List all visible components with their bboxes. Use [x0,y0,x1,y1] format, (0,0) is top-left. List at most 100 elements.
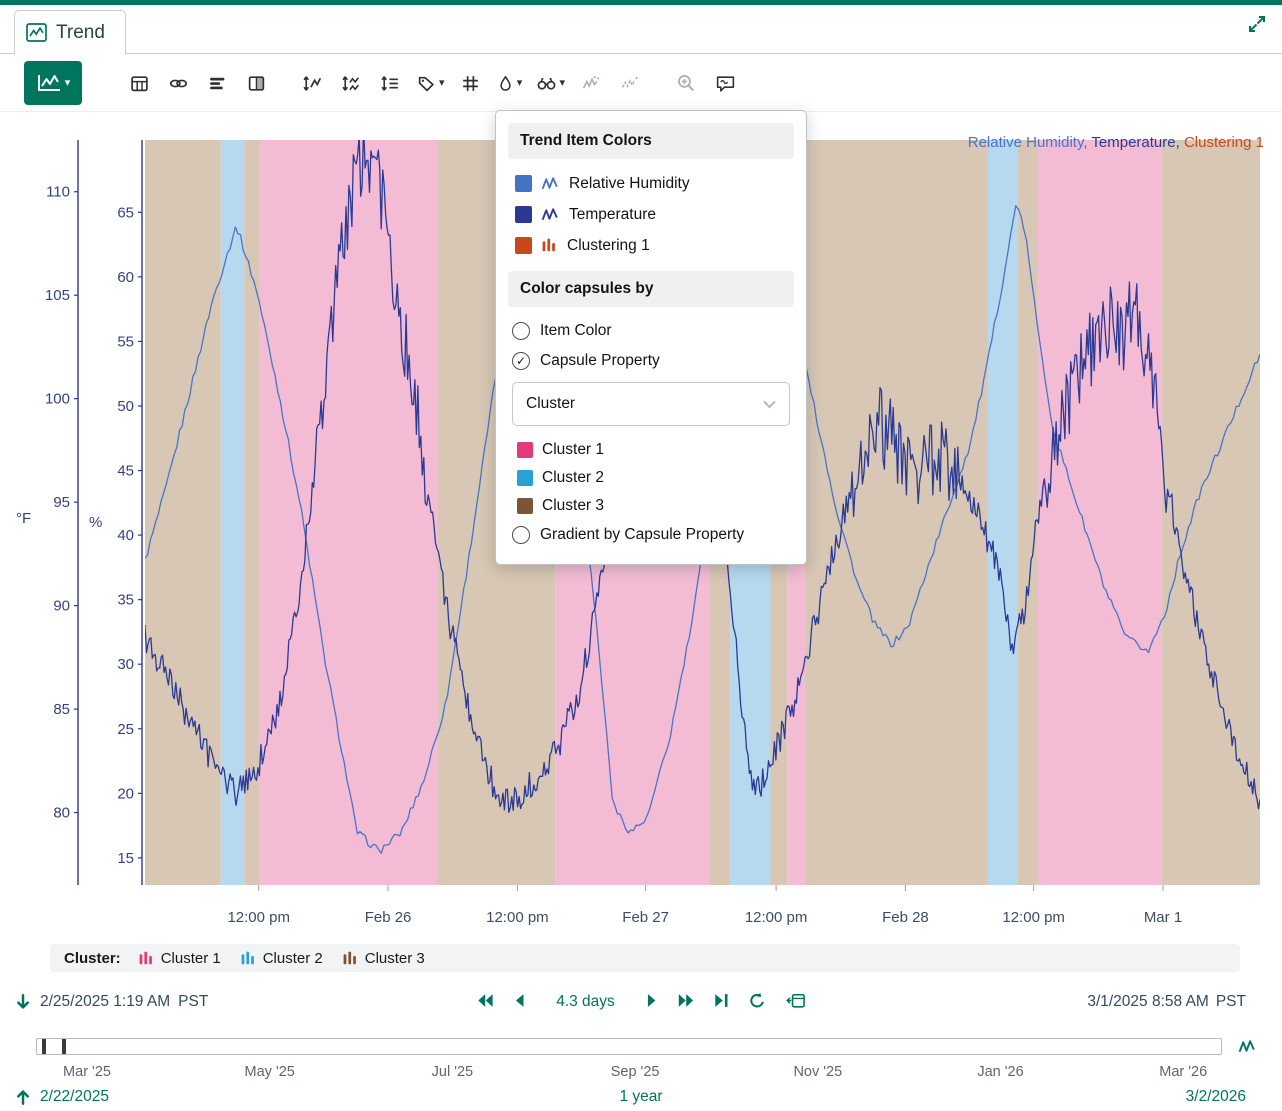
date-ranges-button[interactable] [122,64,156,102]
trend-view-icon [36,73,62,93]
details-pane-button[interactable] [200,64,234,102]
timeline-tick-label: Mar '26 [1159,1064,1207,1080]
svg-text:105: 105 [45,287,70,304]
gridlines-button[interactable] [454,64,488,102]
timeline-tick-label: Sep '25 [611,1064,660,1080]
cluster-option-2[interactable]: Cluster 2 [508,464,794,492]
capsules-icon [240,950,257,967]
step-forward-button[interactable] [646,993,658,1011]
svg-text:35: 35 [117,592,134,609]
timeline-track[interactable] [36,1038,1222,1055]
capsules-icon [342,950,359,967]
investigate-range-start[interactable]: 2/22/2025 [40,1088,109,1106]
svg-text:65: 65 [117,204,134,221]
step-forward-icon [646,993,658,1008]
labels-icon [416,74,436,93]
cluster-legend-item-1[interactable]: Cluster 1 [138,950,221,967]
legend-item: Temperature, [1091,134,1184,151]
cluster-option-1[interactable]: Cluster 1 [508,436,794,464]
popup-items-title: Trend Item Colors [508,123,794,159]
timeline-selection-handle[interactable] [42,1039,66,1054]
expand-icon[interactable] [1247,14,1267,37]
cluster-legend-label: Cluster 1 [161,950,221,967]
stack-axes-button[interactable] [373,64,407,102]
time-navigation: 2/25/2025 1:19 AM PST 4.3 days 3/1/2025 … [0,985,1282,1019]
tab-trend[interactable]: Trend [14,10,126,55]
cluster-option-3[interactable]: Cluster 3 [508,492,794,520]
radio-gradient-by-capsule-property[interactable]: Gradient by Capsule Property [508,520,794,550]
svg-text:40: 40 [117,527,134,544]
legend-item: Clustering 1 [1184,134,1264,151]
investigate-range-end[interactable]: 3/2/2026 [1186,1088,1246,1106]
step-back-button[interactable] [513,993,525,1011]
view-selector-button[interactable]: ▾ [24,61,82,105]
labels-button[interactable]: ▾ [412,64,449,102]
radio-checked-icon[interactable]: ✓ [512,352,530,370]
cluster-legend-label: Cluster 2 [263,950,323,967]
axes-stack-icon [380,74,401,93]
svg-text:25: 25 [117,721,134,738]
trend-item-relative-humidity[interactable]: Relative Humidity [508,168,794,199]
color-swatch[interactable] [515,206,532,223]
svg-text:Mar 1: Mar 1 [1144,909,1182,926]
cluster-legend-item-3[interactable]: Cluster 3 [342,950,425,967]
radio-capsule-property[interactable]: ✓Capsule Property [508,346,794,376]
caret-down-icon: ▾ [560,78,566,89]
skip-forward-button[interactable] [677,993,695,1011]
item-links-button[interactable] [161,64,195,102]
timeline-tick-label: Nov '25 [793,1064,842,1080]
legend-item: Relative Humidity, [968,134,1092,151]
timeline-signal-icon [1238,1038,1257,1055]
cluster-option-label: Cluster 3 [542,497,604,515]
skip-back-button[interactable] [476,993,494,1011]
compare-button[interactable]: ▾ [532,64,570,102]
one-lane-button[interactable] [295,64,329,102]
svg-text:15: 15 [117,850,134,867]
axes-one-axis-icon [341,74,362,93]
radio-label: Item Color [540,322,612,340]
trend-item-temperature[interactable]: Temperature [508,199,794,230]
svg-text:12:00 pm: 12:00 pm [486,909,549,926]
cluster-legend-item-2[interactable]: Cluster 2 [240,950,323,967]
svg-text:Feb 26: Feb 26 [365,909,412,926]
capsule-legend-bar: Cluster: Cluster 1Cluster 2Cluster 3 [50,944,1240,972]
investigate-range-duration[interactable]: 1 year [619,1088,662,1106]
color-swatch[interactable] [515,175,532,192]
y-axis-unit-fahrenheit: °F [16,510,31,527]
radio-label: Gradient by Capsule Property [540,526,744,544]
annotations-button[interactable] [708,64,742,102]
radio-unchecked-icon[interactable] [512,322,530,340]
duration-label[interactable]: 4.3 days [544,993,627,1011]
capsule-time-button[interactable] [785,991,806,1013]
svg-text:50: 50 [117,398,134,415]
split-panel-button[interactable] [239,64,273,102]
bars-icon [208,74,227,93]
display-range-end[interactable]: 3/1/2025 8:58 AM [1087,993,1209,1011]
arrow-up-icon[interactable] [14,1088,32,1106]
samples-button [574,64,608,102]
axes-one-lane-icon [302,74,323,93]
display-range-start[interactable]: 2/25/2025 1:19 AM [40,993,170,1011]
arrow-down-icon[interactable] [14,993,32,1011]
one-y-axis-button[interactable] [334,64,368,102]
svg-text:100: 100 [45,391,70,408]
skip-back-icon [476,993,494,1008]
trend-toolbar: ▾ ▾ ▾ ▾ [0,55,1282,112]
caret-down-icon: ▾ [439,78,445,89]
skip-forward-icon [677,993,695,1008]
trend-item-clustering-1[interactable]: Clustering 1 [508,230,794,261]
radio-item-color[interactable]: Item Color [508,316,794,346]
refresh-icon [748,992,766,1010]
svg-text:45: 45 [117,463,134,480]
colors-button[interactable]: ▾ [493,64,527,102]
color-swatch[interactable] [515,237,532,254]
radio-unchecked-icon[interactable] [512,526,530,544]
colors-icon [497,74,514,93]
capsule-property-select[interactable]: Cluster [512,382,790,426]
jump-to-end-button[interactable] [714,993,729,1011]
comment-icon [715,74,736,93]
jump-end-icon [714,993,729,1008]
cluster-option-label: Cluster 2 [542,469,604,487]
refresh-button[interactable] [748,992,766,1013]
timeline-tick-label: Jan '26 [977,1064,1023,1080]
